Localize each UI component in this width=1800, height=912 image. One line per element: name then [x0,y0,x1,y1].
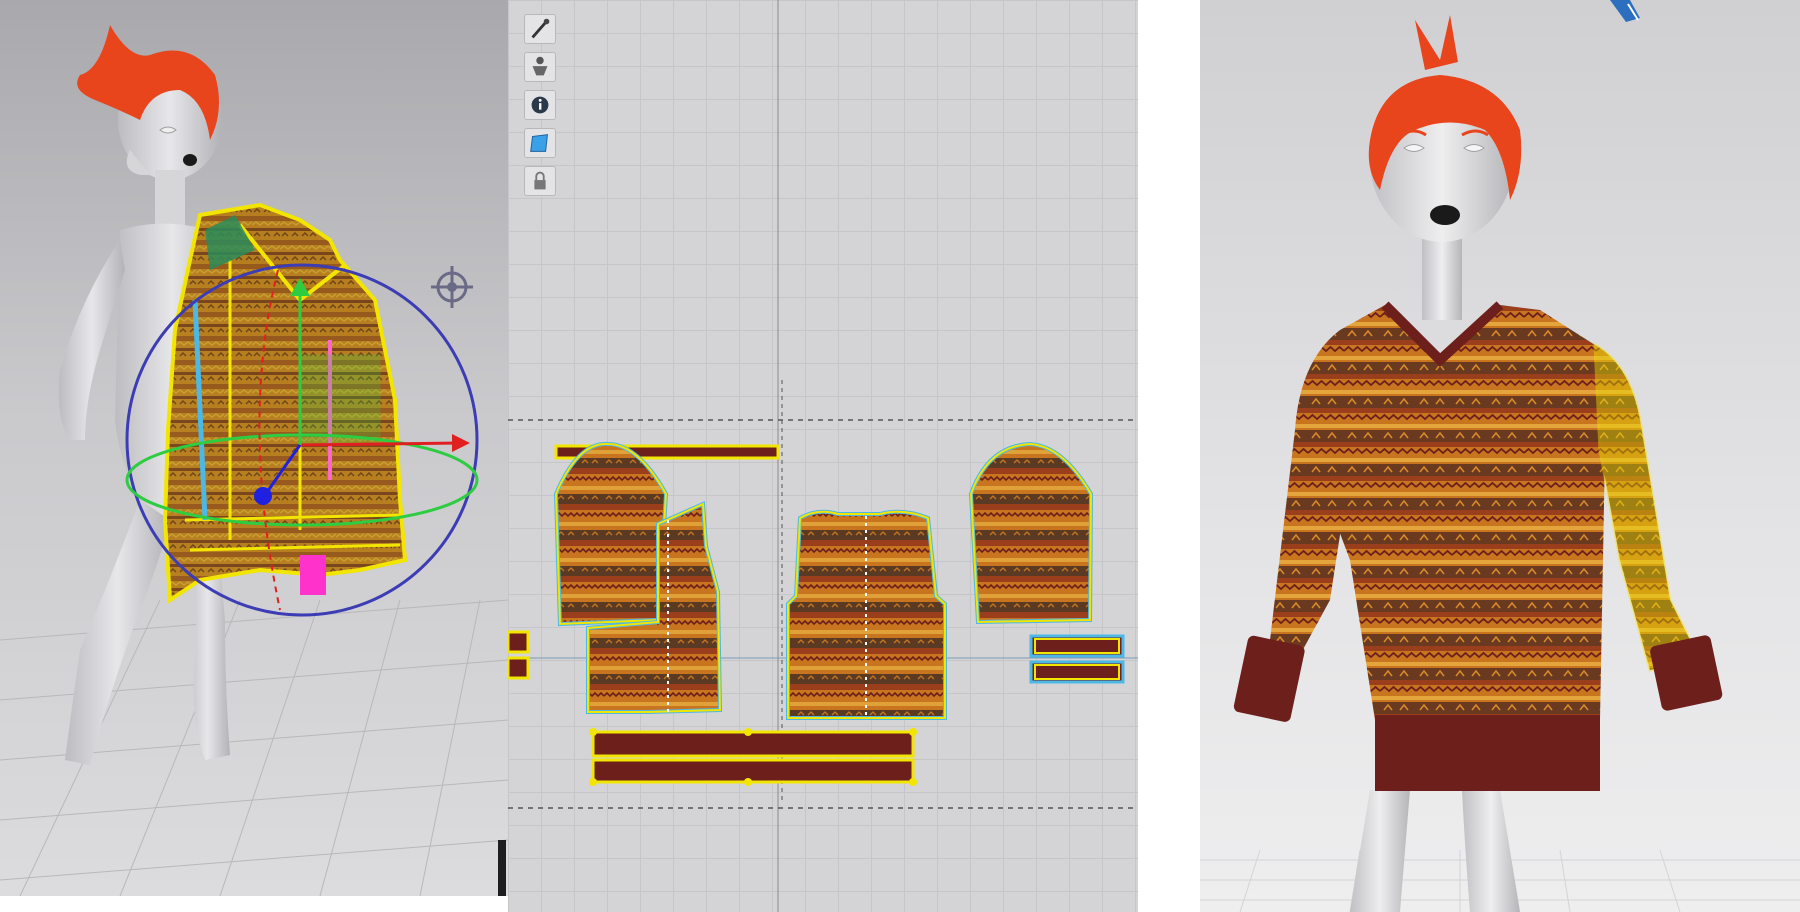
preview-left-cuff [1233,635,1305,722]
gizmo-z-handle [254,487,272,505]
pattern-piece-left-sleeve [553,441,669,627]
preview-hem [1375,715,1600,791]
preview-viewport [1200,0,1800,912]
cursor-icon [1610,0,1640,22]
pattern-piece-waistband [589,728,917,786]
pattern-piece-left-cuff [508,630,530,680]
brush-tool-button[interactable] [524,14,556,44]
splitter-handle [498,840,506,896]
avatar-pose-icon [532,56,548,76]
pattern-piece-right-cuffs [1029,634,1125,684]
preview-selected-sleeve [1593,342,1703,672]
lock-icon [534,171,546,190]
pattern-piece-back [786,509,947,720]
preview-avatar-mouth [1430,205,1460,225]
pattern-canvas [508,0,1138,912]
info-tool-button[interactable] [524,90,556,120]
preview-sweater [1233,301,1723,791]
fabric-texture-icon [530,134,548,152]
3d-viewport[interactable] [0,0,508,896]
avatar-pose-tool-button[interactable] [524,52,556,82]
move-widget-icon[interactable] [431,266,473,308]
preview-right-cuff [1650,635,1723,711]
brush-icon [531,18,550,39]
pattern-piece-front-left [586,501,723,714]
panel-divider [1138,0,1200,912]
lock-tool-button[interactable] [524,166,556,196]
fabric-texture-tool-button[interactable] [524,128,556,158]
info-icon [531,96,549,114]
pattern-piece-right-sleeve [968,441,1094,625]
3d-view-panel[interactable] [0,0,508,896]
avatar-mouth [183,154,197,166]
pattern-piece-collar [554,444,780,460]
3d-preview-panel[interactable] [1200,0,1800,912]
gizmo-x-arrow [452,434,470,452]
2d-pattern-panel[interactable] [508,0,1138,912]
pin-marker [300,555,326,595]
